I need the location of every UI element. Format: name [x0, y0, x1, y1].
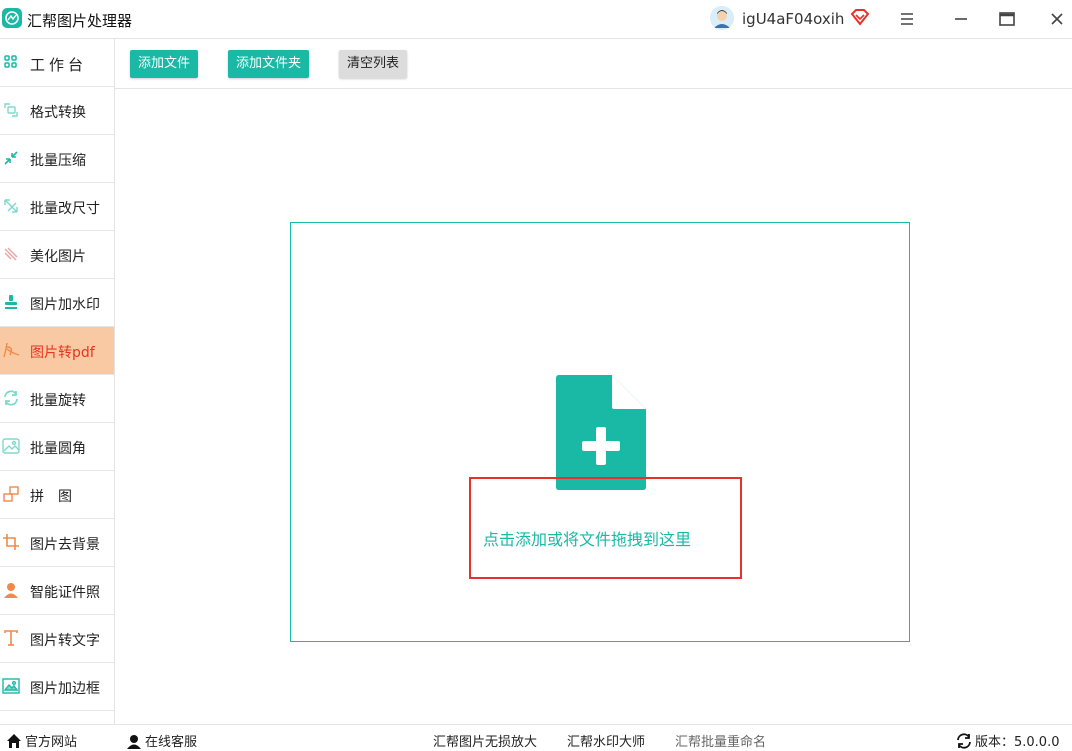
sidebar-item-label: 图片去背景 — [30, 537, 100, 553]
sidebar-item-label: 拼 图 — [30, 489, 72, 505]
avatar[interactable] — [710, 6, 734, 30]
official-site-label: 官方网站 — [25, 735, 78, 750]
home-icon — [6, 733, 22, 751]
grid-icon — [2, 53, 20, 71]
maximize-icon[interactable] — [996, 8, 1018, 30]
compress-icon — [2, 149, 20, 167]
online-service-link[interactable]: 在线客服 — [126, 731, 197, 751]
footer-link-watermark-master[interactable]: 汇帮水印大师 — [567, 731, 645, 750]
version-info[interactable]: 版本：5.0.0.0 — [956, 731, 1059, 751]
customer-service-icon — [126, 733, 142, 751]
app-title: 汇帮图片处理器 — [27, 12, 133, 30]
convert-icon — [2, 101, 20, 119]
rounded-corner-icon — [2, 437, 20, 455]
version-label: 版本：5.0.0.0 — [975, 735, 1060, 750]
sidebar-item-batch-compress[interactable]: 批量压缩 — [0, 135, 114, 183]
sidebar-item-batch-rotate[interactable]: 批量旋转 — [0, 375, 114, 423]
sidebar-item-id-photo[interactable]: 智能证件照 — [0, 567, 114, 615]
sidebar-item-label: 格式转换 — [30, 105, 86, 121]
sidebar-item-label: 批量旋转 — [30, 393, 86, 409]
sidebar-item-watermark[interactable]: 图片加水印 — [0, 279, 114, 327]
add-folder-button[interactable]: 添加文件夹 — [228, 50, 310, 78]
sidebar-item-remove-background[interactable]: 图片去背景 — [0, 519, 114, 567]
sidebar-item-label: 批量圆角 — [30, 441, 86, 457]
sidebar-item-beautify[interactable]: 美化图片 — [0, 231, 114, 279]
sidebar-item-format-convert[interactable]: 格式转换 — [0, 87, 114, 135]
collage-icon — [2, 485, 20, 503]
sidebar-item-collage[interactable]: 拼 图 — [0, 471, 114, 519]
toolbar: 添加文件 添加文件夹 清空列表 — [115, 39, 1072, 89]
clear-list-button[interactable]: 清空列表 — [339, 50, 408, 78]
sidebar-item-label: 工作台 — [30, 56, 88, 74]
sidebar-item-label: 智能证件照 — [30, 585, 100, 601]
username[interactable]: igU4aF04oxih — [742, 10, 844, 28]
sidebar-item-label: 批量压缩 — [30, 153, 86, 169]
frame-icon — [2, 677, 20, 695]
vip-diamond-icon[interactable] — [850, 8, 870, 30]
resize-icon — [2, 197, 20, 215]
sidebar-item-label: 美化图片 — [30, 249, 86, 265]
sidebar-item-workbench[interactable]: 工作台 — [0, 39, 114, 87]
text-icon — [2, 629, 20, 647]
sidebar-item-batch-resize[interactable]: 批量改尺寸 — [0, 183, 114, 231]
online-service-label: 在线客服 — [145, 735, 198, 750]
sidebar: 工作台 格式转换 批量压缩 批量改尺寸 美化图片 图片加水印 图片转pdf 批量… — [0, 39, 115, 724]
footer-link-upscale[interactable]: 汇帮图片无损放大 — [433, 731, 537, 750]
refresh-icon — [956, 733, 972, 751]
sidebar-item-image-to-pdf[interactable]: 图片转pdf — [0, 327, 114, 375]
pdf-icon — [2, 341, 20, 359]
footer-link-batch-rename[interactable]: 汇帮批量重命名 — [675, 731, 766, 750]
sidebar-item-label: 图片加水印 — [30, 297, 100, 313]
sidebar-item-add-border[interactable]: 图片加边框 — [0, 663, 114, 711]
sidebar-item-label: 图片加边框 — [30, 681, 100, 697]
beautify-icon — [2, 245, 20, 263]
crop-icon — [2, 533, 20, 551]
title-bar: 汇帮图片处理器 igU4aF04oxih — [0, 0, 1072, 39]
sidebar-item-image-to-text[interactable]: 图片转文字 — [0, 615, 114, 663]
person-icon — [2, 581, 20, 599]
close-icon[interactable] — [1046, 8, 1068, 30]
sidebar-item-rounded-corner[interactable]: 批量圆角 — [0, 423, 114, 471]
drop-prompt[interactable]: 点击添加或将文件拖拽到这里 — [483, 526, 691, 550]
add-file-button[interactable]: 添加文件 — [130, 50, 199, 78]
sidebar-item-label: 批量改尺寸 — [30, 201, 100, 217]
file-drop-zone[interactable]: 点击添加或将文件拖拽到这里 — [290, 222, 910, 642]
rotate-icon — [2, 389, 20, 407]
minimize-icon[interactable] — [950, 8, 972, 30]
status-bar: 官方网站 在线客服 汇帮图片无损放大 汇帮水印大师 汇帮批量重命名 版本：5.0… — [0, 724, 1072, 751]
sidebar-item-label: 图片转pdf — [30, 345, 95, 361]
app-logo-icon — [2, 8, 22, 28]
sidebar-item-label: 图片转文字 — [30, 633, 100, 649]
official-site-link[interactable]: 官方网站 — [6, 731, 77, 751]
watermark-icon — [2, 293, 20, 311]
menu-icon[interactable] — [896, 8, 918, 30]
